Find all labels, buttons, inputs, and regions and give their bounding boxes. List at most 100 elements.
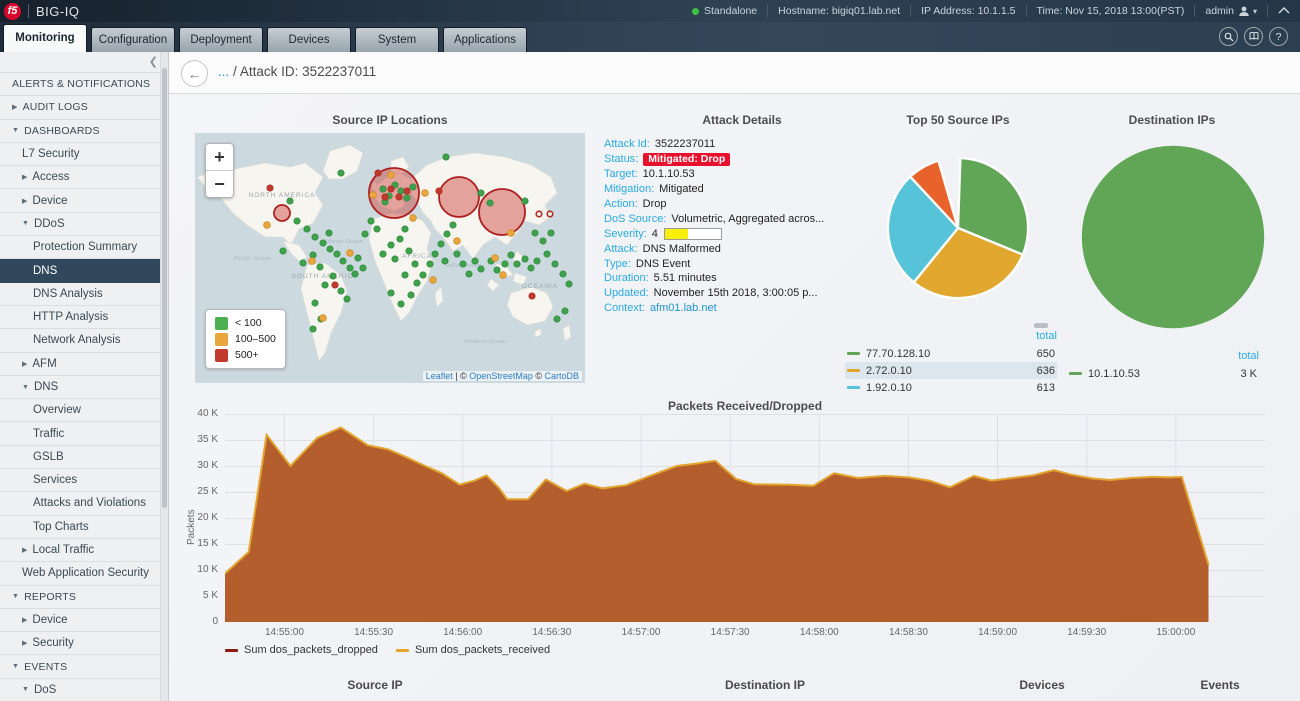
breadcrumb-ellipsis[interactable]: ... (218, 64, 229, 79)
sidebar-item-ddos[interactable]: ▼DDoS (0, 213, 161, 236)
source-dot-orange[interactable] (422, 190, 429, 197)
attack-bubble[interactable] (274, 205, 290, 221)
collapse-header-icon[interactable] (1278, 5, 1290, 17)
source-dot-orange[interactable] (370, 192, 377, 199)
source-dot-green[interactable] (312, 234, 318, 240)
docs-book-icon[interactable] (1244, 27, 1263, 46)
source-dot-orange[interactable] (508, 230, 515, 237)
sidebar-item-l7-security[interactable]: L7 Security (0, 143, 161, 166)
source-dot-green[interactable] (406, 248, 412, 254)
sidebar-item-reports[interactable]: ▼REPORTS (0, 586, 161, 609)
source-dot-red[interactable] (332, 282, 338, 288)
zoom-out-button[interactable]: − (206, 170, 233, 197)
source-dot-green[interactable] (388, 290, 394, 296)
source-dot-orange[interactable] (492, 255, 499, 262)
attack-bubble[interactable] (439, 177, 479, 217)
legend-row-1-92-0-10[interactable]: 1.92.0.10613 (845, 379, 1057, 396)
source-dot-green[interactable] (398, 301, 404, 307)
sidebar-item-dos[interactable]: ▼DoS (0, 679, 161, 701)
top-sources-pie-chart[interactable] (885, 155, 1031, 301)
source-dot-green[interactable] (522, 198, 528, 204)
sidebar-item-dns-analysis[interactable]: DNS Analysis (0, 283, 161, 306)
source-dot-green[interactable] (334, 251, 340, 257)
sidebar-item-traffic[interactable]: Traffic (0, 422, 161, 445)
source-dot-green[interactable] (312, 300, 318, 306)
source-dot-green[interactable] (466, 271, 472, 277)
source-dot-green[interactable] (460, 261, 466, 267)
legend-row-2-72-0-10[interactable]: 2.72.0.10636 (845, 362, 1057, 379)
source-dot-orange[interactable] (347, 250, 354, 257)
tab-applications[interactable]: Applications (443, 27, 527, 52)
source-dot-green[interactable] (294, 218, 300, 224)
sidebar-scrollbar-thumb[interactable] (162, 68, 167, 508)
source-dot-green[interactable] (327, 246, 333, 252)
sidebar-scrollbar[interactable] (160, 52, 168, 701)
source-dot-green[interactable] (402, 272, 408, 278)
source-dot-green[interactable] (304, 226, 310, 232)
source-dot-green[interactable] (427, 261, 433, 267)
source-dot-green[interactable] (514, 261, 520, 267)
source-dot-ring[interactable] (536, 211, 542, 217)
source-dot-red[interactable] (396, 194, 402, 200)
destinations-pie-chart[interactable] (1078, 142, 1268, 332)
source-dot-green[interactable] (454, 251, 460, 257)
source-dot-green[interactable] (404, 195, 410, 201)
search-icon[interactable] (1219, 27, 1238, 46)
source-dot-green[interactable] (362, 231, 368, 237)
source-dot-green[interactable] (552, 261, 558, 267)
source-dot-green[interactable] (438, 241, 444, 247)
source-dot-green[interactable] (508, 252, 514, 258)
source-dot-green[interactable] (330, 273, 336, 279)
sidebar-item-security[interactable]: ▶Security (0, 632, 161, 655)
source-dot-red[interactable] (529, 293, 535, 299)
source-dot-green[interactable] (442, 258, 448, 264)
help-icon[interactable]: ? (1269, 27, 1288, 46)
source-dot-green[interactable] (397, 236, 403, 242)
source-dot-green[interactable] (478, 266, 484, 272)
source-dot-green[interactable] (310, 252, 316, 258)
source-dot-green[interactable] (380, 251, 386, 257)
attribution-link[interactable]: Leaflet (426, 371, 453, 381)
source-dot-green[interactable] (398, 188, 404, 194)
source-dot-green[interactable] (532, 230, 538, 236)
source-dot-red[interactable] (404, 188, 410, 194)
source-dot-red[interactable] (267, 185, 273, 191)
source-dot-green[interactable] (355, 255, 361, 261)
source-dot-green[interactable] (374, 226, 380, 232)
sidebar-item-gslb[interactable]: GSLB (0, 446, 161, 469)
source-dot-green[interactable] (502, 261, 508, 267)
source-dot-green[interactable] (432, 251, 438, 257)
source-dot-green[interactable] (340, 258, 346, 264)
sidebar-item-afm[interactable]: ▶AFM (0, 353, 161, 376)
bottom-tab-source-ip[interactable]: Source IP (347, 678, 402, 692)
bottom-tab-events[interactable]: Events (1200, 678, 1239, 692)
source-dot-green[interactable] (320, 240, 326, 246)
source-dot-green[interactable] (566, 281, 572, 287)
source-dot-ring[interactable] (547, 211, 553, 217)
source-dot-green[interactable] (402, 226, 408, 232)
source-dot-orange[interactable] (309, 258, 316, 265)
sidebar-item-network-analysis[interactable]: Network Analysis (0, 329, 161, 352)
source-dot-orange[interactable] (264, 222, 271, 229)
source-dot-green[interactable] (388, 242, 394, 248)
source-dot-green[interactable] (380, 186, 386, 192)
source-dot-green[interactable] (287, 198, 293, 204)
sidebar-item-dns[interactable]: ▼DNS (0, 376, 161, 399)
source-dot-green[interactable] (540, 238, 546, 244)
attack-bubble[interactable] (479, 189, 525, 235)
sidebar-item-protection-summary[interactable]: Protection Summary (0, 236, 161, 259)
pie-legend-scrollbar[interactable] (1034, 323, 1048, 328)
source-dot-green[interactable] (310, 326, 316, 332)
source-ip-map[interactable]: NORTH AMERICASOUTH AMERICAAFRICAOCEANIAP… (195, 133, 585, 383)
bottom-tab-devices[interactable]: Devices (1019, 678, 1064, 692)
source-dot-orange[interactable] (454, 238, 461, 245)
sidebar-item-audit-logs[interactable]: ▶AUDIT LOGS (0, 96, 161, 119)
source-dot-green[interactable] (300, 260, 306, 266)
sidebar-collapse-icon[interactable]: ❮ (149, 55, 158, 68)
source-dot-green[interactable] (528, 265, 534, 271)
source-dot-green[interactable] (487, 200, 493, 206)
source-dot-green[interactable] (408, 292, 414, 298)
source-dot-red[interactable] (436, 188, 442, 194)
legend-row-10-1-10-53[interactable]: 10.1.10.533 K (1067, 365, 1259, 382)
source-dot-green[interactable] (560, 271, 566, 277)
